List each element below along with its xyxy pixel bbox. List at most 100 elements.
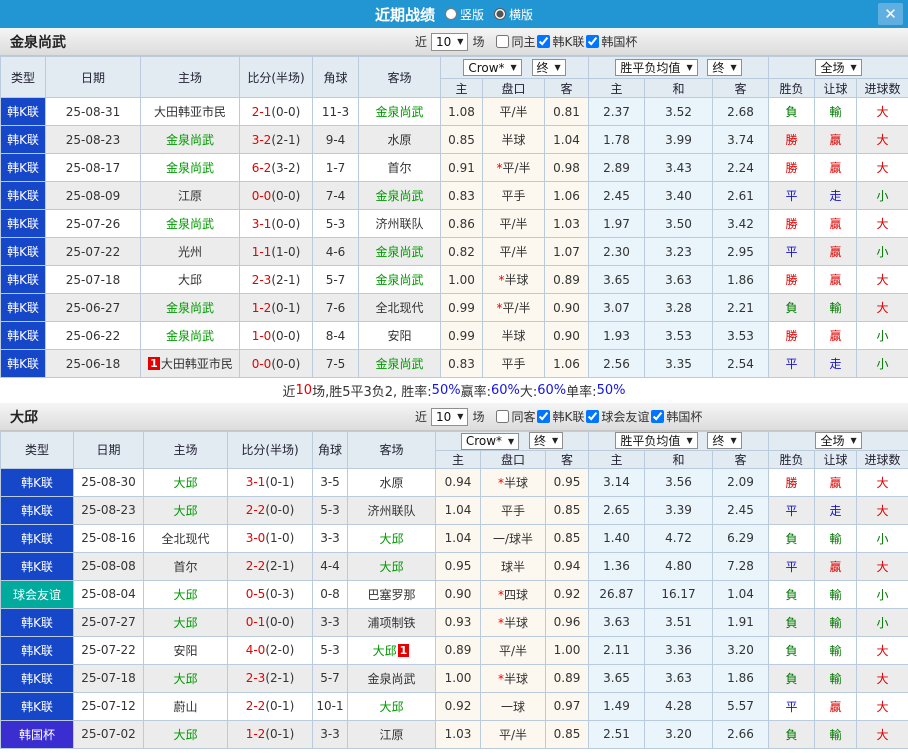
summary-segment: 50%: [596, 383, 626, 398]
cell-handicap-result: 贏: [814, 551, 858, 581]
bookmaker-group-header: Crow* ▼ 终 ▼: [434, 431, 590, 451]
cell-handicap-line: 半球: [482, 321, 545, 350]
filter-checkbox-球会友谊[interactable]: 球会友谊: [586, 408, 649, 425]
cell-league: 韩K联: [0, 691, 74, 721]
team-name: 水原: [387, 133, 412, 147]
filter-checkbox-韩K联[interactable]: 韩K联: [537, 33, 584, 50]
cell-home-team: 金泉尚武: [140, 321, 240, 350]
cell-away-team: 济州联队: [347, 495, 436, 525]
checkbox[interactable]: [496, 410, 510, 423]
cell-result: 負: [768, 293, 816, 322]
cell-avg-draw: 3.23: [644, 237, 714, 266]
filter-checkbox-韩国杯[interactable]: 韩国杯: [651, 408, 702, 425]
checkbox[interactable]: [537, 410, 551, 423]
cell-away-team: 大邱: [347, 551, 436, 581]
cell-avg-home: 1.36: [588, 551, 646, 581]
cell-odds-home: 1.00: [435, 663, 481, 693]
cell-result: 勝: [768, 209, 816, 238]
halftime-score: (0-0): [271, 104, 301, 119]
cell-goals-result: 大: [856, 663, 908, 693]
checkbox[interactable]: [537, 35, 551, 48]
cell-handicap-line: 平/半: [480, 635, 546, 665]
cell-result: 負: [768, 523, 816, 553]
cell-odds-home: 1.04: [435, 523, 481, 553]
team-name: 大邱: [10, 409, 38, 426]
bookmaker-select[interactable]: Crow* ▼: [463, 59, 522, 77]
checkbox[interactable]: [586, 35, 600, 48]
match-marker-badge: 1: [148, 357, 160, 370]
average-select[interactable]: 胜平负均值 ▼: [615, 59, 698, 76]
cell-avg-draw: 4.72: [644, 523, 714, 553]
team-name: 大邱: [379, 559, 404, 574]
layout-horizontal-option[interactable]: 横版: [494, 6, 533, 23]
live-star-marker: *: [497, 615, 504, 630]
average-select[interactable]: 胜平负均值 ▼: [615, 432, 698, 450]
chevron-down-icon: ▼: [457, 37, 464, 46]
cell-result: 負: [768, 97, 816, 126]
recent-count-select[interactable]: 10 ▼: [431, 32, 469, 51]
cell-handicap-line: 平/半: [482, 209, 545, 238]
horizontal-layout-radio[interactable]: [494, 8, 506, 20]
cell-handicap-result: 輸: [814, 579, 858, 609]
cell-away-team: 全北现代: [358, 293, 441, 322]
cell-date: 25-08-08: [73, 551, 144, 581]
cell-avg-draw: 3.20: [644, 719, 714, 749]
average-stage-select[interactable]: 终 ▼: [707, 432, 742, 450]
cell-goals-result: 大: [856, 635, 908, 665]
cell-avg-away: 2.66: [712, 719, 770, 749]
cell-league: 韩K联: [0, 125, 46, 154]
checkbox[interactable]: [586, 410, 600, 423]
cell-avg-away: 7.28: [712, 551, 770, 581]
average-stage-select[interactable]: 终 ▼: [707, 59, 742, 76]
fullmatch-select[interactable]: 全场 ▼: [815, 59, 862, 76]
filter-checkbox-韩国杯[interactable]: 韩国杯: [586, 33, 637, 50]
team-name: 大田韩亚市民: [153, 105, 226, 119]
cell-avg-away: 1.86: [712, 265, 770, 294]
cell-score: 2-2(2-1): [227, 551, 313, 581]
cell-score: 2-1(0-0): [239, 97, 313, 126]
col-header-score: 比分(半场): [227, 431, 313, 469]
summary-segment: 赢率:: [460, 385, 491, 400]
cell-away-team: 浦项制铁: [347, 607, 436, 637]
table-row: 韩K联 25-08-31 大田韩亚市民 2-1(0-0) 11-3 金泉尚武 1.08 平/半…: [0, 97, 908, 126]
cell-avg-away: 1.04: [712, 579, 770, 609]
cell-avg-away: 2.21: [712, 293, 770, 322]
cell-away-team: 大邱: [347, 691, 436, 721]
checkbox[interactable]: [651, 410, 665, 423]
recent-count-select[interactable]: 10 ▼: [431, 407, 469, 426]
team-name: 安阳: [387, 329, 412, 343]
cell-avg-draw: 3.36: [644, 635, 714, 665]
cell-odds-home: 0.92: [435, 691, 481, 721]
cell-handicap-result: 贏: [814, 265, 858, 294]
checkbox[interactable]: [496, 35, 510, 48]
cell-goals-result: 大: [856, 265, 908, 294]
cell-away-team: 金泉尚武: [358, 97, 441, 126]
odds-stage-select[interactable]: 终 ▼: [531, 58, 566, 76]
cell-away-team: 金泉尚武: [358, 265, 441, 294]
cell-league: 韩K联: [0, 181, 46, 210]
filter-checkbox-同主[interactable]: 同主: [496, 33, 535, 50]
filter-checkbox-韩K联[interactable]: 韩K联: [537, 408, 584, 425]
halftime-score: (0-0): [271, 188, 301, 203]
cell-result: 勝: [768, 125, 816, 154]
bookmaker-select[interactable]: Crow* ▼: [460, 432, 520, 450]
cell-league: 韩K联: [0, 467, 74, 497]
cell-avg-home: 3.07: [588, 293, 646, 322]
filter-checkbox-同客[interactable]: 同客: [496, 408, 535, 425]
cell-odds-home: 0.83: [440, 349, 483, 378]
cell-handicap-result: 輸: [814, 719, 858, 749]
cell-result: 勝: [768, 265, 816, 294]
cell-avg-away: 2.61: [712, 181, 770, 210]
cell-date: 25-08-30: [73, 467, 144, 497]
cell-score: 3-1(0-1): [227, 467, 313, 497]
fulltime-score: 1-2: [245, 727, 266, 741]
fullmatch-select[interactable]: 全场 ▼: [815, 432, 862, 450]
layout-vertical-option[interactable]: 竖版: [444, 6, 484, 23]
vertical-layout-radio[interactable]: [444, 8, 457, 20]
odds-stage-select[interactable]: 终 ▼: [529, 432, 564, 449]
cell-avg-home: 1.93: [588, 321, 646, 350]
close-button[interactable]: ✕: [878, 3, 903, 25]
team-name: 大邱: [173, 475, 198, 490]
cell-league: 韩K联: [0, 265, 46, 294]
fulltime-score: 3-1: [245, 475, 266, 489]
